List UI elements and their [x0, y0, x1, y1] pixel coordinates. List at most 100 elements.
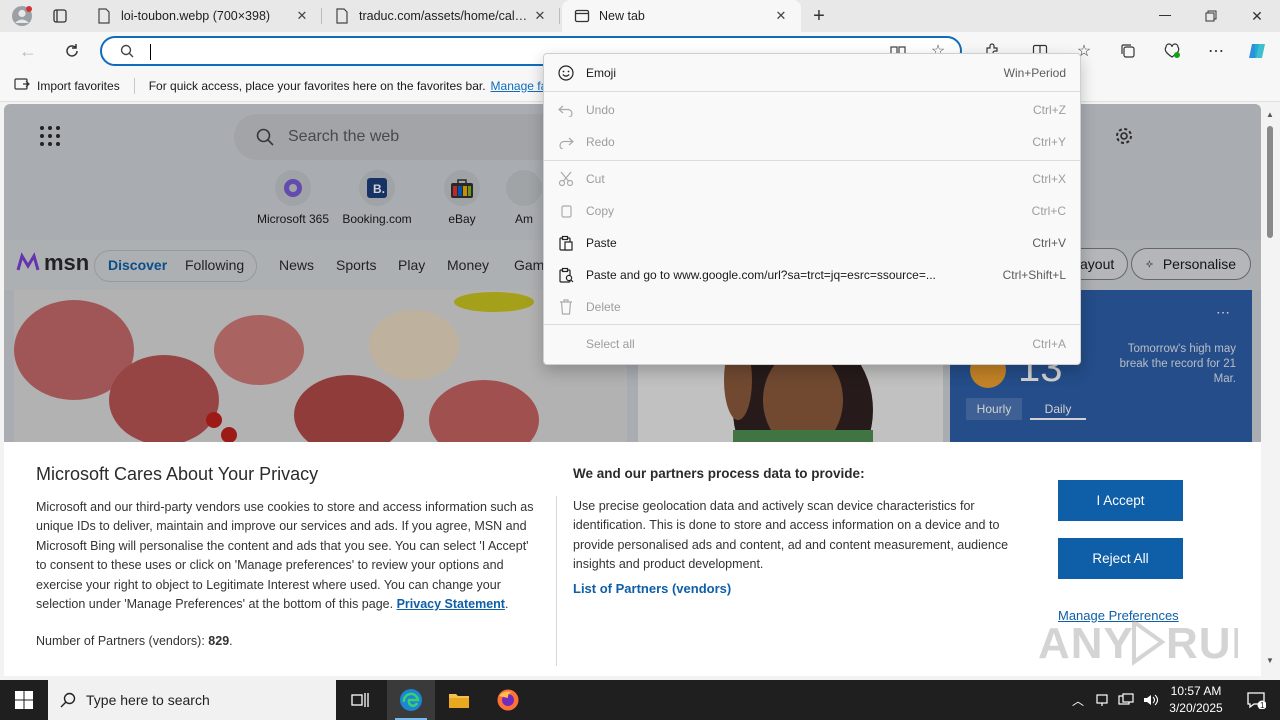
menu-separator	[544, 160, 1080, 161]
menu-item-label: Redo	[586, 135, 615, 149]
new-tab-plus-icon[interactable]: +	[806, 4, 832, 28]
tab-title: loi-toubon.webp (700×398)	[121, 9, 271, 23]
taskbar-search[interactable]: Type here to search	[48, 680, 336, 720]
import-icon	[14, 77, 30, 94]
clock-date: 3/20/2025	[1169, 701, 1223, 715]
reject-all-button[interactable]: Reject All	[1058, 538, 1183, 579]
panel-divider	[556, 496, 557, 666]
menu-item-label: Paste	[586, 236, 617, 250]
taskbar: Type here to search ︿ 10:57 AM 3/20/2025…	[0, 680, 1280, 720]
tab-new-tab[interactable]: New tab ✕	[562, 0, 801, 32]
menu-item-shortcut: Ctrl+V	[1032, 236, 1066, 250]
cut-icon	[558, 171, 574, 187]
menu-item-delete[interactable]: Delete	[544, 292, 1080, 322]
menu-item-label: Cut	[586, 172, 605, 186]
copilot-icon[interactable]	[1244, 39, 1270, 63]
tab-actions-icon[interactable]	[48, 4, 72, 28]
collections-icon[interactable]	[1116, 40, 1140, 62]
scroll-down-arrow-icon[interactable]: ▼	[1266, 656, 1274, 665]
privacy-title: Microsoft Cares About Your Privacy	[36, 464, 319, 484]
accept-button[interactable]: I Accept	[1058, 480, 1183, 521]
search-icon	[118, 42, 136, 60]
menu-item-emoji[interactable]: Emoji Win+Period	[544, 58, 1080, 88]
menu-item-select-all[interactable]: Select all Ctrl+A	[544, 329, 1080, 359]
tab-title: traduc.com/assets/home/calend	[359, 9, 530, 23]
menu-item-shortcut: Win+Period	[1003, 66, 1066, 80]
close-tab-icon[interactable]: ✕	[530, 6, 550, 26]
tab-traduc[interactable]: traduc.com/assets/home/calend ✕	[322, 0, 560, 32]
text-caret	[150, 44, 151, 60]
close-tab-icon[interactable]: ✕	[771, 6, 791, 26]
close-window-icon[interactable]: ✕	[1242, 4, 1272, 28]
menu-item-label: Emoji	[586, 66, 617, 80]
menu-item-shortcut: Ctrl+C	[1031, 204, 1066, 218]
import-favorites-button[interactable]: Import favorites	[14, 77, 120, 94]
tab-title: New tab	[599, 9, 645, 23]
emoji-icon	[558, 65, 574, 81]
more-menu-icon[interactable]: ⋯	[1204, 40, 1228, 62]
privacy-consent-panel: Microsoft Cares About Your Privacy Micro…	[4, 442, 1263, 676]
scrollbar-thumb[interactable]	[1267, 126, 1273, 238]
menu-item-paste-and-go[interactable]: Paste and go to www.google.com/url?sa=tr…	[544, 260, 1080, 290]
import-favorites-label: Import favorites	[37, 78, 120, 93]
file-explorer-icon[interactable]	[435, 680, 483, 720]
paste-go-icon	[558, 267, 574, 283]
network-icon[interactable]	[1114, 680, 1138, 720]
partners-list-link[interactable]: List of Partners (vendors)	[573, 581, 731, 596]
paste-icon	[558, 235, 574, 251]
menu-item-label: Select all	[586, 337, 635, 351]
privacy-statement-link[interactable]: Privacy Statement	[397, 597, 505, 611]
menu-item-undo[interactable]: Undo Ctrl+Z	[544, 95, 1080, 125]
tray-chevron-icon[interactable]: ︿	[1066, 680, 1090, 720]
new-tab-icon	[574, 8, 590, 24]
svg-text:ANY: ANY	[1038, 619, 1134, 668]
context-menu: Emoji Win+Period Undo Ctrl+Z Redo Ctrl+Y Cut Ct…	[543, 53, 1081, 365]
firefox-icon[interactable]	[484, 680, 532, 720]
menu-separator	[544, 91, 1080, 92]
redo-icon	[558, 134, 574, 150]
menu-item-shortcut: Ctrl+A	[1032, 337, 1066, 351]
privacy-body-text: Microsoft and our third-party vendors us…	[36, 500, 534, 612]
profile-avatar-icon[interactable]	[8, 4, 36, 28]
data-processing-text: Use precise geolocation data and activel…	[573, 499, 1009, 572]
privacy-body: Microsoft and our third-party vendors us…	[36, 500, 534, 612]
edge-taskbar-icon[interactable]	[387, 680, 435, 720]
partners-count-value: 829	[208, 634, 230, 648]
menu-item-label: Undo	[586, 103, 615, 117]
browser-essentials-icon[interactable]	[1160, 40, 1184, 62]
scroll-up-arrow-icon[interactable]: ▲	[1266, 110, 1274, 119]
tab-image[interactable]: loi-toubon.webp (700×398) ✕	[84, 0, 322, 32]
menu-item-shortcut: Ctrl+Y	[1032, 135, 1066, 149]
data-processing-heading: We and our partners process data to prov…	[573, 466, 865, 481]
close-tab-icon[interactable]: ✕	[292, 6, 312, 26]
menu-item-redo[interactable]: Redo Ctrl+Y	[544, 127, 1080, 157]
document-icon	[96, 8, 112, 24]
delete-icon	[558, 299, 574, 315]
restore-icon[interactable]	[1196, 4, 1226, 28]
refresh-icon[interactable]	[60, 40, 84, 62]
tray-network-device-icon[interactable]	[1090, 680, 1114, 720]
menu-item-label: Copy	[586, 204, 615, 218]
taskbar-search-placeholder: Type here to search	[86, 692, 210, 708]
back-arrow-icon[interactable]: ←	[16, 40, 40, 62]
menu-separator	[544, 324, 1080, 325]
partners-count: Number of Partners (vendors): 829.	[36, 634, 233, 648]
clock[interactable]: 10:57 AM 3/20/2025	[1164, 683, 1228, 717]
menu-item-copy[interactable]: Copy Ctrl+C	[544, 196, 1080, 226]
clock-time: 10:57 AM	[1170, 684, 1222, 698]
menu-item-paste[interactable]: Paste Ctrl+V	[544, 228, 1080, 258]
notifications-icon[interactable]: 1	[1232, 680, 1280, 720]
volume-icon[interactable]	[1138, 680, 1164, 720]
svg-text:RUN: RUN	[1166, 619, 1238, 668]
undo-icon	[558, 102, 574, 118]
minimize-icon[interactable]	[1150, 4, 1180, 28]
menu-item-shortcut: Ctrl+Shift+L	[1002, 268, 1066, 282]
page-scrollbar[interactable]: ▲ ▼	[1261, 104, 1280, 676]
favorites-hint: For quick access, place your favorites h…	[148, 78, 486, 93]
tab-strip: loi-toubon.webp (700×398) ✕ traduc.com/a…	[0, 0, 1280, 32]
task-view-icon[interactable]	[336, 680, 384, 720]
menu-item-cut[interactable]: Cut Ctrl+X	[544, 164, 1080, 194]
menu-item-shortcut: Ctrl+Z	[1033, 103, 1066, 117]
start-windows-icon[interactable]	[0, 680, 48, 720]
menu-item-label: Delete	[586, 300, 621, 314]
